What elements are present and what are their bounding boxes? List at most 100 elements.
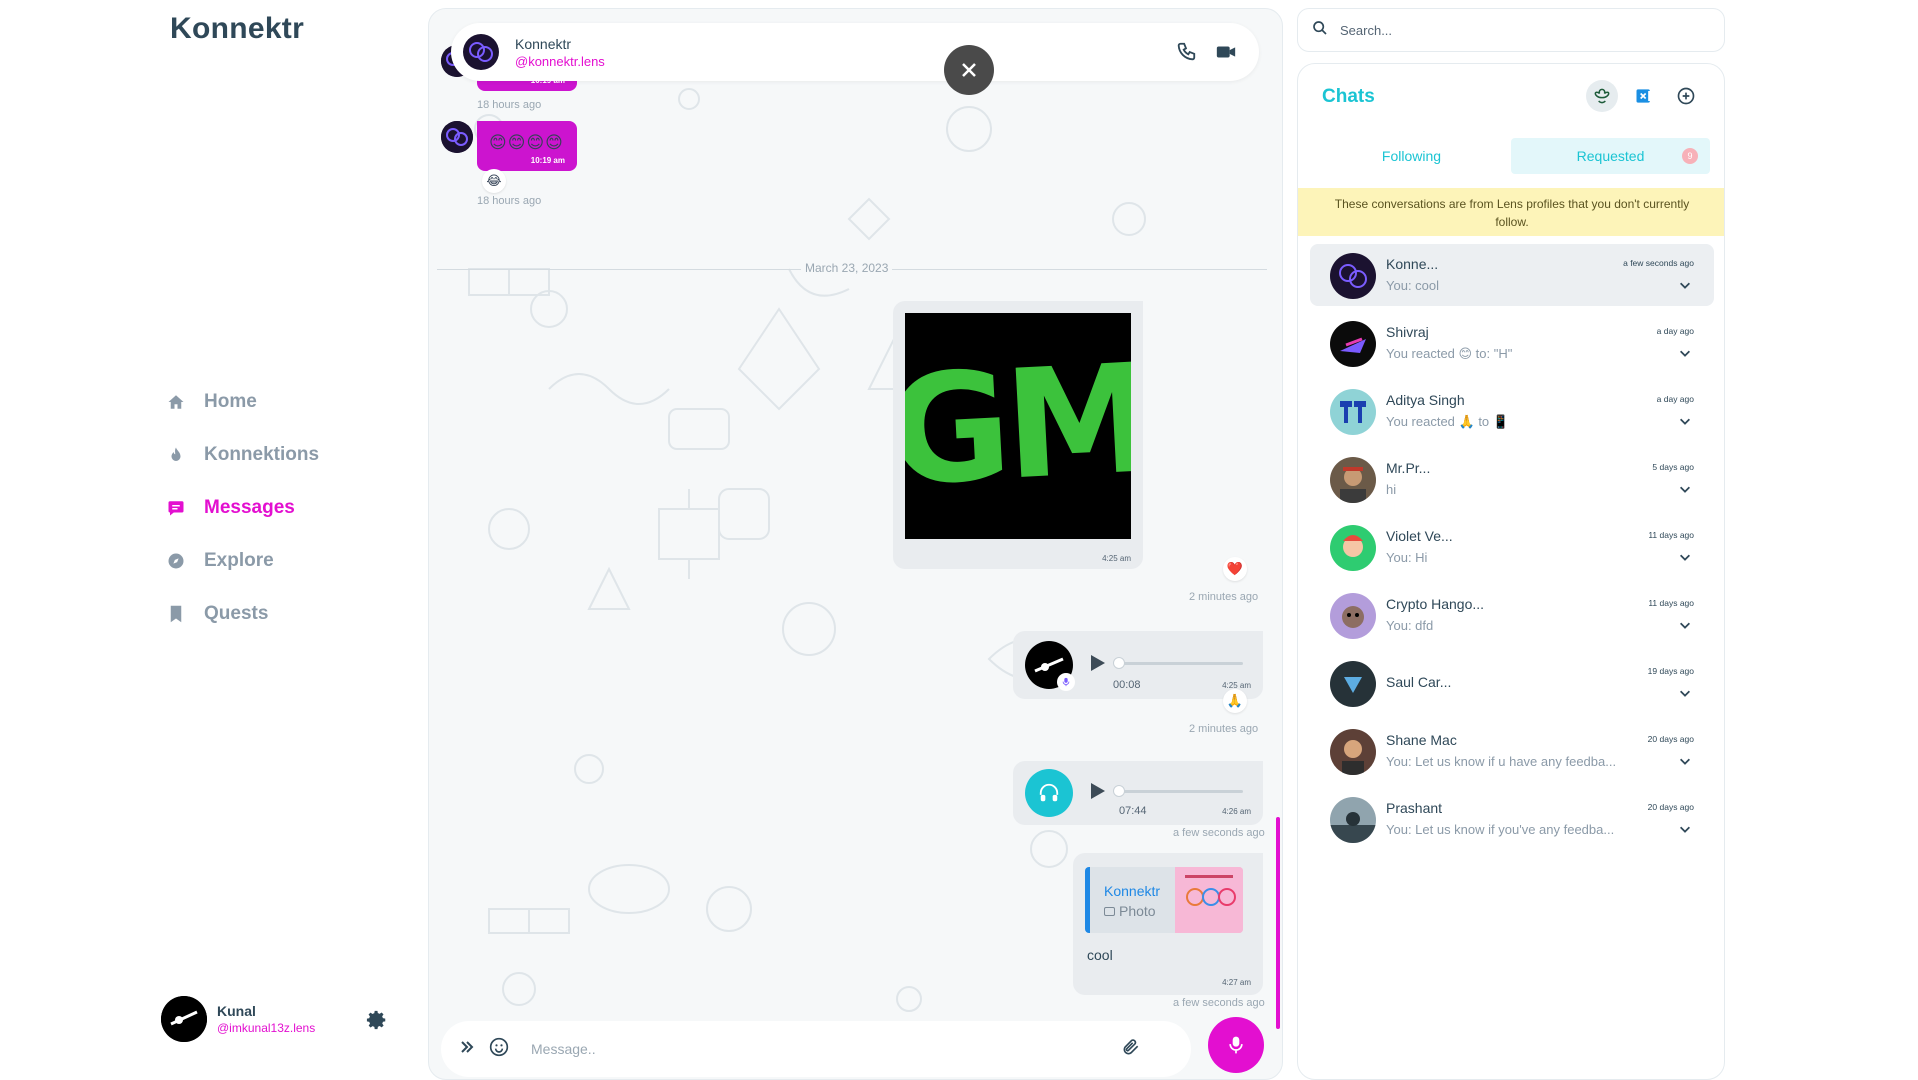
conversation-item[interactable]: Crypto Hango... You: dfd 11 days ago: [1310, 584, 1714, 652]
message-ago: a few seconds ago: [1173, 997, 1265, 1009]
mic-icon: [1229, 1036, 1243, 1054]
conversation-preview: You: dfd: [1386, 618, 1434, 633]
chevron-down-icon[interactable]: [1678, 346, 1692, 360]
phone-icon[interactable]: [1175, 41, 1197, 68]
headphones-icon: [1025, 769, 1073, 817]
chevron-down-icon[interactable]: [1678, 414, 1692, 428]
conversation-item[interactable]: Prashant You: Let us know if you've any …: [1310, 788, 1714, 856]
conversation-item[interactable]: Shivraj You reacted 😊 to: "H" a day ago: [1310, 312, 1714, 380]
requested-notice: These conversations are from Lens profil…: [1298, 188, 1724, 236]
nav-item-quests[interactable]: Quests: [166, 587, 319, 640]
message-input[interactable]: [531, 1041, 1121, 1057]
conversation-name: Saul Car...: [1386, 674, 1452, 690]
message-reaction[interactable]: 😂: [482, 169, 506, 193]
chevron-down-icon[interactable]: [1678, 482, 1692, 496]
video-call-icon[interactable]: [1215, 41, 1237, 68]
tab-label: Requested: [1576, 148, 1645, 164]
message-ago: 2 minutes ago: [1189, 723, 1259, 735]
conversation-list: Konne... You: cool a few seconds ago Shi…: [1310, 244, 1714, 856]
conversation-item[interactable]: Saul Car... 19 days ago: [1310, 652, 1714, 720]
conversation-time: 5 days ago: [1652, 462, 1694, 472]
image-text: GM: [905, 332, 1131, 520]
conversation-name: Prashant: [1386, 800, 1443, 816]
conversation-preview: hi: [1386, 482, 1397, 497]
audio-progress-knob[interactable]: [1113, 785, 1125, 797]
avatar: [161, 996, 207, 1042]
voice-message[interactable]: 00:08 4:25 am: [1013, 631, 1263, 699]
brand-logo[interactable]: Konnektr: [170, 12, 304, 46]
record-voice-button[interactable]: [1208, 1017, 1264, 1073]
conversation-time: a few seconds ago: [1623, 258, 1694, 268]
chevron-down-icon[interactable]: [1678, 754, 1692, 768]
conversation-preview: You: Let us know if u have any feedba...: [1386, 754, 1617, 769]
play-icon[interactable]: [1091, 783, 1105, 804]
nav-item-home[interactable]: Home: [166, 375, 319, 428]
message-bubble[interactable]: 😊😊😊😊 10:19 am: [477, 121, 577, 171]
scrollbar[interactable]: [1276, 817, 1280, 1029]
nav-item-konnektions[interactable]: Konnektions: [166, 428, 319, 481]
message-text: cool: [1087, 947, 1113, 963]
message-reaction[interactable]: ❤️: [1223, 557, 1247, 581]
conversation-time: 20 days ago: [1647, 802, 1694, 812]
message-reaction[interactable]: 🙏: [1223, 689, 1247, 713]
conversation-preview: You reacted 🙏 to 📱: [1386, 414, 1509, 429]
conversation-name: Aditya Singh: [1386, 392, 1465, 408]
close-icon: [962, 63, 976, 77]
emoji-icon[interactable]: [489, 1037, 509, 1062]
chat-contact-name: Konnektr: [515, 35, 572, 52]
quoted-thumbnail: [1175, 867, 1243, 933]
conversation-name: Konne...: [1386, 256, 1439, 272]
chevron-down-icon[interactable]: [1678, 822, 1692, 836]
conversation-item[interactable]: Mr.Pr... hi 5 days ago: [1310, 448, 1714, 516]
chevron-down-icon[interactable]: [1678, 686, 1692, 700]
audio-progress-knob[interactable]: [1113, 657, 1125, 669]
tab-requested[interactable]: Requested 9: [1511, 138, 1710, 174]
chat-header: Konnektr @konnektr.lens: [451, 23, 1259, 81]
current-user-profile[interactable]: Kunal @imkunal13z.lens: [161, 996, 315, 1042]
audio-message[interactable]: 07:44 4:26 am: [1013, 761, 1263, 825]
gm-image[interactable]: GM: [905, 313, 1131, 539]
chat-contact-handle[interactable]: @konnektr.lens: [515, 54, 605, 69]
avatar[interactable]: [463, 34, 499, 70]
expand-icon[interactable]: [459, 1039, 475, 1060]
reply-message[interactable]: Konnektr Photo cool 4:27 am: [1073, 853, 1263, 995]
nav-item-messages[interactable]: Messages: [166, 481, 319, 534]
conversation-item[interactable]: Aditya Singh You reacted 🙏 to 📱 a day ag…: [1310, 380, 1714, 448]
conversation-time: a day ago: [1656, 394, 1694, 404]
nav-item-explore[interactable]: Explore: [166, 534, 319, 587]
message-ago: a few seconds ago: [1173, 827, 1265, 839]
chevron-down-icon[interactable]: [1678, 278, 1692, 292]
main-nav: Home Konnektions Messages Explore Quests: [166, 375, 319, 640]
conversation-name: Violet Ve...: [1386, 528, 1453, 544]
play-icon[interactable]: [1091, 655, 1105, 676]
left-sidebar: Konnektr Home Konnektions Messages Explo…: [0, 0, 420, 1080]
compass-icon: [166, 551, 186, 571]
close-button[interactable]: [944, 45, 994, 95]
message-time: 4:27 am: [1222, 978, 1251, 987]
user-handle: @imkunal13z.lens: [217, 1021, 316, 1035]
image-message[interactable]: GM 4:25 am: [893, 301, 1143, 569]
audio-progress-track[interactable]: [1115, 790, 1243, 793]
sender-avatar: [441, 121, 473, 153]
message-composer: [441, 1021, 1191, 1077]
conversation-item[interactable]: Konne... You: cool a few seconds ago: [1310, 244, 1714, 306]
new-chat-icon[interactable]: [1670, 80, 1702, 112]
tab-following[interactable]: Following: [1312, 138, 1511, 174]
audio-progress-track[interactable]: [1115, 662, 1243, 665]
conversation-item[interactable]: Violet Ve... You: Hi 11 days ago: [1310, 516, 1714, 584]
chevron-down-icon[interactable]: [1678, 618, 1692, 632]
lens-icon[interactable]: [1586, 80, 1618, 112]
avatar: [1330, 525, 1376, 571]
message-icon: [166, 498, 186, 518]
settings-gear-icon[interactable]: [366, 1009, 388, 1031]
conversation-preview: You: Let us know if you've any feedba...: [1386, 822, 1615, 837]
mic-icon: [1057, 673, 1075, 691]
xmtp-icon[interactable]: [1628, 80, 1660, 112]
app-root: Konnektr Home Konnektions Messages Explo…: [0, 0, 1918, 1080]
chevron-down-icon[interactable]: [1678, 550, 1692, 564]
conversation-item[interactable]: Shane Mac You: Let us know if u have any…: [1310, 720, 1714, 788]
quoted-message[interactable]: Konnektr Photo: [1085, 867, 1243, 933]
search-input[interactable]: [1340, 22, 1700, 38]
avatar: [1330, 321, 1376, 367]
attachment-icon[interactable]: [1121, 1037, 1141, 1062]
